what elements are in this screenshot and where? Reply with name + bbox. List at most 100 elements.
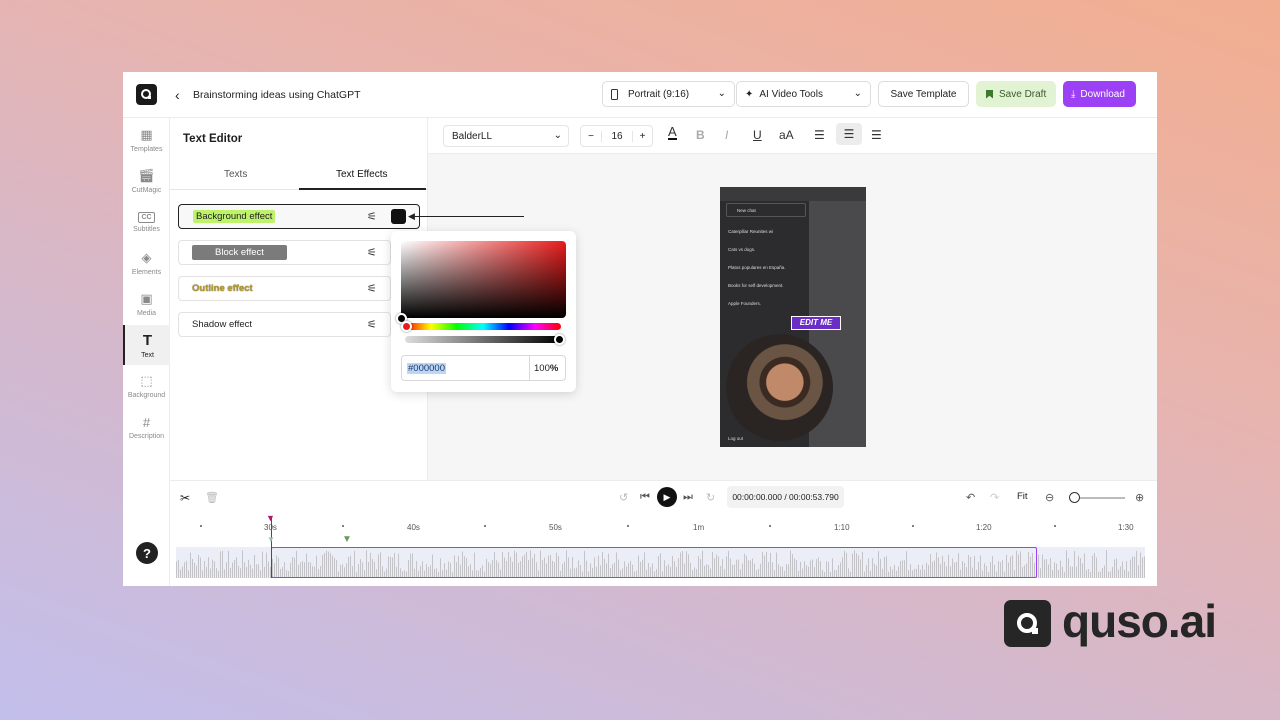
italic-button[interactable]: I xyxy=(725,128,728,142)
tab-text-effects[interactable]: Text Effects xyxy=(336,169,388,180)
marker-icon[interactable]: ▼ xyxy=(342,534,352,545)
help-button[interactable]: ? xyxy=(136,542,158,564)
clip-selection[interactable] xyxy=(271,547,1037,578)
nav-item-background[interactable]: ⬚ Background xyxy=(123,366,170,406)
ruler-tick xyxy=(627,525,629,527)
align-left-icon[interactable]: ☰ xyxy=(814,128,825,142)
aspect-ratio-label: Portrait (9:16) xyxy=(628,88,690,100)
zoom-knob[interactable] xyxy=(1069,492,1080,503)
nav-item-cutmagic[interactable]: 🎬︎ CutMagic xyxy=(123,161,170,201)
zoom-in-icon[interactable]: ⊕ xyxy=(1135,491,1144,504)
ruler-tick xyxy=(342,525,344,527)
panel-title: Text Editor xyxy=(183,133,243,145)
arrowhead-icon: ◀ xyxy=(408,211,415,221)
increase-size-button[interactable]: + xyxy=(632,130,652,142)
ruler-tick xyxy=(769,525,771,527)
clip-start-marker-icon[interactable]: ▼ xyxy=(267,535,275,544)
hash-icon: # xyxy=(142,414,151,430)
background-icon: ⬚ xyxy=(140,373,153,388)
active-tab-indicator xyxy=(299,188,426,190)
skip-forward-icon[interactable]: ⏭︎ xyxy=(683,491,693,504)
effect-block[interactable]: Block effect ⚟ xyxy=(178,240,391,265)
ruler-label: 1:30 xyxy=(1118,523,1134,532)
nav-label: Media xyxy=(136,310,157,317)
background-color-swatch[interactable] xyxy=(391,209,406,224)
hex-value[interactable]: #000000 xyxy=(407,363,446,374)
project-title[interactable]: Brainstorming ideas using ChatGPT xyxy=(193,89,361,101)
nav-item-media[interactable]: ▣ Media xyxy=(123,284,170,324)
timeline: ✂ 🗑︎ ↺ ⏮︎ ▶ ⏭︎ ↻ 00:00:00.000 / 00:00:53… xyxy=(170,480,1157,586)
current-time: 00:00:00.000 xyxy=(732,492,782,502)
bold-button[interactable]: B xyxy=(696,128,705,142)
left-nav: ▦ Templates 🎬︎ CutMagic CC Subtitles ◈ E… xyxy=(123,118,170,586)
nav-label: Elements xyxy=(131,269,162,276)
font-size-stepper[interactable]: − 16 + xyxy=(580,125,653,147)
save-draft-button[interactable]: Save Draft xyxy=(976,81,1056,107)
nav-item-description[interactable]: # Description xyxy=(123,407,170,447)
redo-icon[interactable]: ↷ xyxy=(990,491,999,504)
sliders-icon[interactable]: ⚟ xyxy=(367,318,377,331)
trash-icon[interactable]: 🗑︎ xyxy=(205,491,219,504)
app-logo[interactable] xyxy=(136,84,157,105)
ruler-label: 50s xyxy=(549,523,562,532)
font-size-value[interactable]: 16 xyxy=(602,131,632,142)
decrease-size-button[interactable]: − xyxy=(581,130,602,142)
zoom-out-icon[interactable]: ⊖ xyxy=(1045,491,1054,504)
opacity-knob[interactable] xyxy=(554,334,565,345)
nav-item-subtitles[interactable]: CC Subtitles xyxy=(123,202,170,242)
chat-item: Books for self development. xyxy=(728,283,784,288)
ruler-label: 1m xyxy=(693,523,705,532)
sliders-icon[interactable]: ⚟ xyxy=(367,282,377,295)
ruler-tick xyxy=(912,525,914,527)
caption-text-box[interactable]: EDIT ME xyxy=(791,316,841,330)
chat-item: Caterpillar Reunites wi xyxy=(728,229,774,234)
font-family-select[interactable]: BalderLL ⌄ xyxy=(443,125,569,147)
aspect-ratio-select[interactable]: Portrait (9:16) ⌄ xyxy=(602,81,735,107)
text-case-button[interactable]: aA xyxy=(779,128,794,142)
sliders-icon[interactable]: ⚟ xyxy=(367,246,377,259)
nav-item-elements[interactable]: ◈ Elements xyxy=(123,243,170,283)
tab-texts[interactable]: Texts xyxy=(224,169,247,180)
opacity-slider[interactable] xyxy=(405,336,561,343)
effect-outline[interactable]: Outline effect ⚟ xyxy=(178,276,391,301)
align-center-icon[interactable]: ☰ xyxy=(836,123,862,145)
nav-item-templates[interactable]: ▦ Templates xyxy=(123,120,170,160)
play-button[interactable]: ▶ xyxy=(657,487,677,507)
hue-slider[interactable] xyxy=(405,323,561,330)
effect-background[interactable]: Background effect ⚟ xyxy=(178,204,420,229)
save-draft-label: Save Draft xyxy=(999,88,1047,100)
new-chat-item: New chat xyxy=(726,203,806,217)
sliders-icon[interactable]: ⚟ xyxy=(367,210,377,223)
editor-app: ‹ Brainstorming ideas using ChatGPT Port… xyxy=(123,72,1157,586)
quso-logo-icon xyxy=(1004,600,1051,647)
playhead-handle-icon[interactable]: ▼ xyxy=(266,513,275,523)
chevron-left-icon[interactable]: ‹ xyxy=(175,87,180,103)
undo-icon[interactable]: ↶ xyxy=(966,491,975,504)
playhead[interactable] xyxy=(271,517,272,578)
effect-shadow[interactable]: Shadow effect ⚟ xyxy=(178,312,391,337)
nav-item-text[interactable]: T Text xyxy=(123,325,170,365)
underline-button[interactable]: U xyxy=(753,128,762,142)
effect-label: Outline effect xyxy=(192,283,253,294)
skip-back-icon[interactable]: ⏮︎ xyxy=(640,491,650,504)
chat-item: Platos populares en España. xyxy=(728,265,786,270)
scissors-icon[interactable]: ✂ xyxy=(180,491,190,505)
nav-label: Text xyxy=(141,351,154,359)
saturation-area[interactable] xyxy=(401,241,566,318)
download-button[interactable]: ⤓ Download xyxy=(1063,81,1136,107)
rewind-5s-icon[interactable]: ↺ xyxy=(619,491,628,504)
browser-bar xyxy=(720,187,866,201)
save-template-button[interactable]: Save Template xyxy=(878,81,969,107)
text-color-button[interactable]: A xyxy=(668,125,677,140)
align-right-icon[interactable]: ☰ xyxy=(871,128,882,142)
hue-knob[interactable] xyxy=(401,321,412,332)
hex-input[interactable]: #000000 100% xyxy=(401,355,566,381)
download-icon: ⤓ xyxy=(1071,88,1076,100)
time-display: 00:00:00.000 / 00:00:53.790 xyxy=(727,486,844,508)
fit-button[interactable]: Fit xyxy=(1017,491,1028,502)
ai-video-tools-select[interactable]: ✦ AI Video Tools ⌄ xyxy=(736,81,871,107)
download-label: Download xyxy=(1080,88,1125,100)
video-preview[interactable]: New chat Caterpillar Reunites wi Cats vs… xyxy=(720,187,866,447)
forward-5s-icon[interactable]: ↻ xyxy=(706,491,715,504)
opacity-value[interactable]: 100% xyxy=(534,363,558,374)
